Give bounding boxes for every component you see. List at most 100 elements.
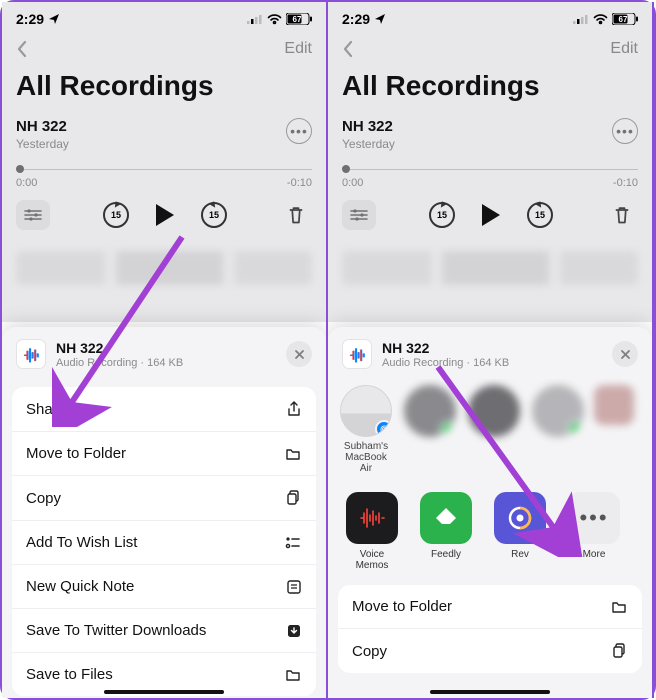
wifi-icon (593, 14, 608, 25)
folder-icon (284, 667, 302, 683)
action-menu: Share Move to Folder Copy Add To Wish Li… (12, 387, 316, 696)
sheet-title: NH 322 (382, 340, 602, 356)
recording-name: NH 322 (342, 118, 395, 135)
battery-icon: 67 (286, 13, 312, 25)
menu-label: Copy (26, 490, 61, 507)
app-label: Feedly (431, 549, 461, 560)
menu-label: Move to Folder (26, 445, 126, 462)
time-elapsed: 0:00 (342, 177, 363, 189)
more-options-button[interactable]: ••• (612, 118, 638, 144)
status-bar: 2:29 67 (2, 2, 326, 36)
copy-icon (612, 642, 628, 660)
airdrop-row: Subham's MacBook Air (328, 379, 652, 478)
play-button[interactable] (149, 199, 181, 231)
status-time: 2:29 (16, 11, 44, 27)
playback-options-button[interactable] (16, 200, 50, 230)
time-elapsed: 0:00 (16, 177, 37, 189)
recording-date: Yesterday (16, 137, 69, 151)
airdrop-target[interactable] (532, 385, 584, 474)
share-icon (286, 400, 302, 418)
svg-text:67: 67 (619, 15, 628, 24)
skip-back-button[interactable]: 15 (429, 202, 455, 228)
sheet-title: NH 322 (56, 340, 276, 356)
airdrop-target[interactable] (404, 385, 456, 474)
battery-icon: 67 (612, 13, 638, 25)
folder-icon (610, 599, 628, 615)
location-icon (374, 13, 386, 25)
blurred-row (342, 251, 638, 285)
recording-row[interactable]: NH 322 Yesterday ••• (328, 112, 652, 151)
menu-copy[interactable]: Copy (338, 629, 642, 673)
playback-options-button[interactable] (342, 200, 376, 230)
share-sheet: NH 322 Audio Recording · 164 KB Subham's… (328, 327, 652, 698)
close-button[interactable] (612, 341, 638, 367)
action-menu: Move to Folder Copy (338, 585, 642, 673)
menu-move-to-folder[interactable]: Move to Folder (338, 585, 642, 629)
back-icon[interactable] (342, 40, 354, 58)
home-indicator[interactable] (430, 690, 550, 694)
recording-date: Yesterday (342, 137, 395, 151)
edit-button[interactable]: Edit (284, 40, 312, 58)
more-options-button[interactable]: ••• (286, 118, 312, 144)
menu-label: Save To Twitter Downloads (26, 622, 206, 639)
skip-forward-button[interactable]: 15 (527, 202, 553, 228)
sheet-subtitle: Audio Recording · 164 KB (56, 357, 276, 369)
apps-row: Voice Memos Feedly Rev ••• More (328, 478, 652, 579)
edit-button[interactable]: Edit (610, 40, 638, 58)
screenshot-left: 2:29 67 Edit All Recordings NH 322 Yeste… (2, 2, 328, 698)
app-label: Rev (511, 549, 529, 560)
app-more[interactable]: ••• More (566, 492, 622, 571)
airdrop-target[interactable] (468, 385, 520, 474)
list-icon (284, 535, 302, 551)
sheet-file-icon (16, 339, 46, 369)
menu-copy[interactable]: Copy (12, 476, 316, 521)
airdrop-target[interactable] (596, 385, 640, 474)
menu-add-wishlist[interactable]: Add To Wish List (12, 521, 316, 565)
menu-label: New Quick Note (26, 578, 134, 595)
delete-button[interactable] (280, 199, 312, 231)
nav-bar: Edit (328, 36, 652, 64)
close-button[interactable] (286, 341, 312, 367)
time-remaining: -0:10 (287, 177, 312, 189)
blurred-row (16, 251, 312, 285)
svg-text:67: 67 (293, 15, 302, 24)
app-label: More (583, 549, 606, 560)
page-title: All Recordings (2, 64, 326, 112)
folder-icon (284, 446, 302, 462)
page-title: All Recordings (328, 64, 652, 112)
delete-button[interactable] (606, 199, 638, 231)
wifi-icon (267, 14, 282, 25)
menu-quick-note[interactable]: New Quick Note (12, 565, 316, 609)
time-remaining: -0:10 (613, 177, 638, 189)
menu-label: Move to Folder (352, 598, 452, 615)
play-button[interactable] (475, 199, 507, 231)
playback-controls: 15 15 (328, 189, 652, 245)
recording-name: NH 322 (16, 118, 69, 135)
app-voice-memos[interactable]: Voice Memos (344, 492, 400, 571)
recording-row[interactable]: NH 322 Yesterday ••• (2, 112, 326, 151)
menu-label: Share (26, 401, 66, 418)
app-feedly[interactable]: Feedly (418, 492, 474, 571)
airdrop-target-mac[interactable]: Subham's MacBook Air (340, 385, 392, 474)
copy-icon (286, 489, 302, 507)
scrubber[interactable] (16, 165, 312, 173)
back-icon[interactable] (16, 40, 28, 58)
app-label: Voice Memos (344, 549, 400, 571)
menu-label: Add To Wish List (26, 534, 137, 551)
sheet-file-icon (342, 339, 372, 369)
menu-label: Copy (352, 643, 387, 660)
menu-label: Save to Files (26, 666, 113, 683)
skip-forward-button[interactable]: 15 (201, 202, 227, 228)
app-rev[interactable]: Rev (492, 492, 548, 571)
skip-back-button[interactable]: 15 (103, 202, 129, 228)
airdrop-label: Subham's MacBook Air (340, 441, 392, 474)
cellular-icon (573, 14, 589, 24)
screenshot-right: 2:29 67 Edit All Recordings NH 322 Yeste… (328, 2, 654, 698)
nav-bar: Edit (2, 36, 326, 64)
scrubber[interactable] (342, 165, 638, 173)
menu-share[interactable]: Share (12, 387, 316, 432)
menu-move-to-folder[interactable]: Move to Folder (12, 432, 316, 476)
menu-twitter-downloads[interactable]: Save To Twitter Downloads (12, 609, 316, 653)
home-indicator[interactable] (104, 690, 224, 694)
download-icon (286, 623, 302, 639)
